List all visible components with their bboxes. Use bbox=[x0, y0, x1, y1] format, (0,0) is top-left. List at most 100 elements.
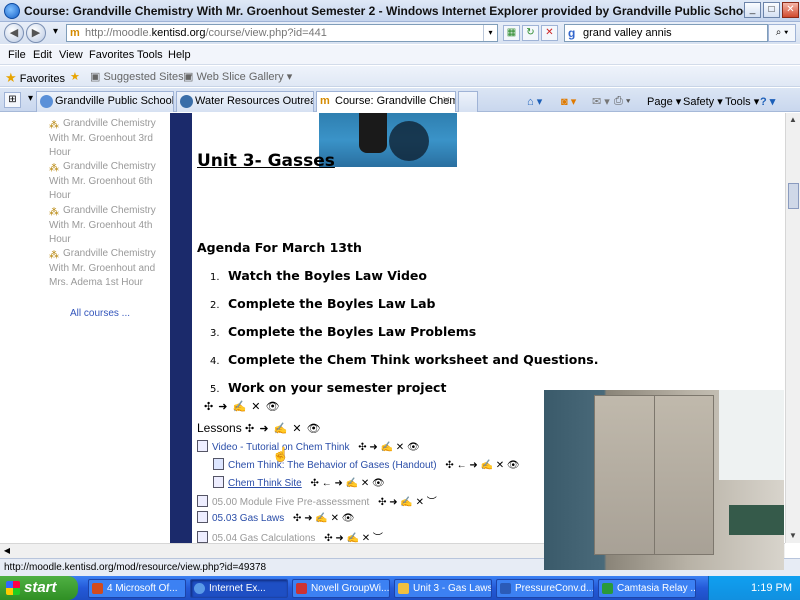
sidebar-course-3rd-hour[interactable]: ⁂ Grandville Chemistry With Mr. Groenhout… bbox=[49, 117, 159, 161]
resource-item[interactable]: Video - Tutorial on Chem Think ✣ ➜ ✍ ✕ 👁 bbox=[197, 440, 420, 453]
menu-help[interactable]: Help bbox=[168, 49, 191, 61]
clock: 1:19 PM bbox=[751, 582, 792, 594]
label-edit-icons[interactable]: ✣ ➜ ✍ ✕ 👁 bbox=[204, 400, 281, 413]
search-input[interactable] bbox=[583, 26, 763, 40]
resource-item[interactable]: Chem Think: The Behavior of Gases (Hando… bbox=[213, 458, 520, 471]
safety-menu[interactable]: Safety ▾ bbox=[683, 95, 723, 108]
web-slice-gallery-link[interactable]: ▣ Web Slice Gallery ▾ bbox=[183, 70, 292, 83]
sidebar-course-4th-hour[interactable]: ⁂ Grandville Chemistry With Mr. Groenhout… bbox=[49, 204, 159, 248]
quick-tabs-icon[interactable]: ⊞ bbox=[4, 92, 21, 108]
page-icon bbox=[197, 531, 208, 543]
resource-link[interactable]: Chem Think: The Behavior of Gases (Hando… bbox=[228, 460, 437, 471]
new-tab-button[interactable] bbox=[458, 91, 478, 112]
moodle-favicon-icon: m bbox=[70, 27, 80, 39]
cabinet-seam bbox=[654, 395, 655, 555]
scroll-up-icon[interactable]: ▲ bbox=[786, 113, 800, 127]
ie-logo-icon bbox=[4, 3, 20, 19]
system-tray: 1:19 PM bbox=[708, 576, 800, 600]
ie-page-icon bbox=[40, 95, 53, 108]
tab-grandville-public-schools[interactable]: Grandville Public Schools - Tr... bbox=[36, 91, 174, 112]
quiz-icon bbox=[197, 495, 208, 507]
window-title: Course: Grandville Chemistry With Mr. Gr… bbox=[24, 4, 761, 18]
sidebar-course-1st-hour[interactable]: ⁂ Grandville Chemistry With Mr. Groenhout… bbox=[49, 247, 159, 291]
resource-item[interactable]: 05.03 Gas Laws ✣ ➜ ✍ ✕ 👁 bbox=[197, 511, 354, 524]
maximize-button[interactable]: □ bbox=[763, 2, 780, 18]
scroll-left-icon[interactable]: ◀ bbox=[0, 544, 14, 558]
resource-edit-icons[interactable]: ✣ ← ➜ ✍ ✕ 👁 bbox=[445, 460, 519, 471]
back-button[interactable]: ◀ bbox=[4, 23, 24, 43]
page-icon bbox=[197, 511, 208, 523]
office-icon bbox=[92, 583, 103, 594]
scroll-down-icon[interactable]: ▼ bbox=[786, 529, 800, 543]
star-icon: ★ bbox=[5, 70, 17, 85]
forward-button[interactable]: ▶ bbox=[26, 23, 46, 43]
scroll-thumb[interactable] bbox=[788, 183, 799, 209]
taskbar-item-camtasia[interactable]: Camtasia Relay ... bbox=[598, 579, 696, 598]
diver-figure bbox=[359, 113, 387, 153]
taskbar-item-groupwise[interactable]: Novell GroupWi... bbox=[292, 579, 390, 598]
menu-view[interactable]: View bbox=[59, 49, 83, 61]
taskbar-item-ie[interactable]: Internet Ex... bbox=[190, 579, 288, 598]
taskbar-item-folder[interactable]: Unit 3 - Gas Laws bbox=[394, 579, 492, 598]
page-menu[interactable]: Page ▾ bbox=[647, 95, 681, 108]
menu-favorites[interactable]: Favorites bbox=[89, 49, 134, 61]
webcam-overlay bbox=[544, 390, 784, 570]
resource-link[interactable]: 05.03 Gas Laws bbox=[212, 513, 284, 524]
add-favorite-icon[interactable]: ★ bbox=[70, 70, 80, 83]
unit-title: Unit 3- Gasses bbox=[197, 151, 335, 171]
lessons-edit-icons[interactable]: ✣ ➜ ✍ ✕ 👁 bbox=[245, 423, 322, 435]
site-icon bbox=[180, 95, 193, 108]
tab-water-resources[interactable]: Water Resources Outreach E... bbox=[176, 91, 314, 112]
sidebar-course-6th-hour[interactable]: ⁂ Grandville Chemistry With Mr. Groenhout… bbox=[49, 160, 159, 204]
resource-link[interactable]: 05.04 Gas Calculations bbox=[212, 533, 315, 543]
diver-photo bbox=[319, 113, 457, 167]
resource-link[interactable]: 05.00 Module Five Pre-assessment bbox=[212, 497, 369, 508]
suggested-sites-link[interactable]: ▣ Suggested Sites ▾ bbox=[90, 70, 192, 83]
address-url: http://moodle.kentisd.org/course/view.ph… bbox=[85, 27, 327, 39]
aquarium bbox=[729, 505, 784, 535]
feeds-icon[interactable]: ◙ ▾ bbox=[561, 95, 576, 108]
stop-icon[interactable]: ✕ bbox=[541, 25, 558, 41]
address-dropdown-icon[interactable]: ▾ bbox=[483, 25, 497, 41]
history-dropdown-icon[interactable]: ▾ bbox=[47, 25, 64, 41]
agenda-item: 3. Complete the Boyles Law Problems bbox=[210, 324, 477, 339]
address-bar[interactable]: m http://moodle.kentisd.org/course/view.… bbox=[66, 24, 498, 42]
minimize-button[interactable]: _ bbox=[744, 2, 761, 18]
lessons-label: Lessons ✣ ➜ ✍ ✕ 👁 bbox=[197, 421, 322, 435]
favorites-button[interactable]: ★ Favorites bbox=[5, 70, 65, 86]
taskbar-item-word[interactable]: PressureConv.d... bbox=[496, 579, 594, 598]
tab-row: ⊞ ▾ Grandville Public Schools - Tr... Wa… bbox=[0, 88, 800, 112]
help-menu[interactable]: ? ▾ bbox=[760, 95, 775, 108]
start-button[interactable]: start bbox=[0, 576, 78, 600]
resource-edit-icons[interactable]: ✣ ➜ ✍ ✕ ︶ bbox=[324, 533, 383, 543]
menu-file[interactable]: File bbox=[8, 49, 26, 61]
tools-menu[interactable]: Tools ▾ bbox=[725, 95, 759, 108]
mail-icon[interactable]: ✉ ▾ bbox=[592, 95, 610, 108]
taskbar-item-office[interactable]: 4 Microsoft Of... bbox=[88, 579, 186, 598]
search-go-button[interactable]: ⌕ ▾ bbox=[768, 24, 796, 42]
resource-item[interactable]: Chem Think Site ✣ ← ➜ ✍ ✕ 👁 bbox=[213, 476, 385, 489]
close-tab-icon[interactable]: ✕ bbox=[442, 92, 451, 110]
resource-link[interactable]: Chem Think Site bbox=[228, 478, 302, 489]
address-row: ◀ ▶ ▾ m http://moodle.kentisd.org/course… bbox=[0, 22, 800, 44]
menu-edit[interactable]: Edit bbox=[33, 49, 52, 61]
course-icon: ⁂ bbox=[49, 207, 59, 218]
vertical-scrollbar[interactable]: ▲ ▼ bbox=[785, 113, 800, 543]
compatibility-icon[interactable]: ▦ bbox=[503, 25, 520, 41]
all-courses-link[interactable]: All courses ... bbox=[70, 308, 130, 319]
resource-edit-icons[interactable]: ✣ ➜ ✍ ✕ 👁 bbox=[293, 513, 354, 524]
menu-tools[interactable]: Tools bbox=[137, 49, 163, 61]
tab-course-active[interactable]: mCourse: Grandville Chemi... ✕ bbox=[316, 91, 456, 112]
diver-shadow bbox=[389, 121, 429, 161]
close-button[interactable]: ✕ bbox=[782, 2, 799, 18]
refresh-icon[interactable]: ↻ bbox=[522, 25, 539, 41]
google-icon: g bbox=[568, 26, 576, 40]
resource-edit-icons[interactable]: ✣ ← ➜ ✍ ✕ 👁 bbox=[311, 478, 385, 489]
resource-item[interactable]: 05.04 Gas Calculations ✣ ➜ ✍ ✕ ︶ bbox=[197, 529, 383, 543]
resource-item[interactable]: 05.00 Module Five Pre-assessment ✣ ➜ ✍ ✕… bbox=[197, 493, 437, 508]
search-box[interactable]: g bbox=[564, 24, 768, 42]
resource-edit-icons[interactable]: ✣ ➜ ✍ ✕ 👁 bbox=[358, 442, 419, 453]
print-icon[interactable]: ⎙ ▾ bbox=[614, 95, 630, 108]
home-icon[interactable]: ⌂ ▾ bbox=[527, 95, 542, 108]
resource-edit-icons[interactable]: ✣ ➜ ✍ ✕ ︶ bbox=[378, 497, 437, 508]
